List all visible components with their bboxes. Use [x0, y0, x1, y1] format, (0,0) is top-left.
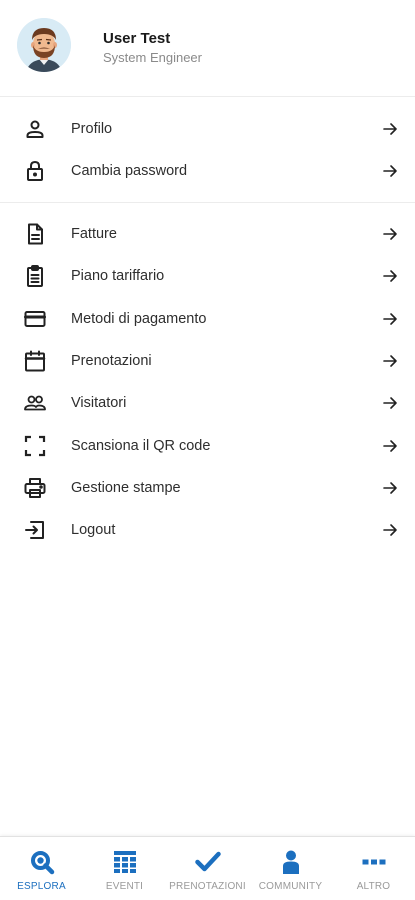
menu-item-prenotazioni[interactable]: Prenotazioni: [0, 340, 415, 382]
menu-item-label: Metodi di pagamento: [71, 310, 207, 327]
nav-label: EVENTI: [105, 881, 144, 892]
people-icon: [23, 391, 47, 415]
person-icon: [278, 849, 304, 875]
user-role: System Engineer: [103, 50, 202, 65]
user-name: User Test: [103, 30, 171, 47]
services-menu: Fatture Piano tariffario Metodi di pagam…: [0, 213, 415, 551]
menu-item-metodi-di-pagamento[interactable]: Metodi di pagamento: [0, 298, 415, 340]
avatar-illustration: [17, 18, 71, 72]
menu-item-label: Piano tariffario: [71, 268, 165, 285]
menu-item-label: Scansiona il QR code: [71, 437, 211, 454]
menu-item-visitatori[interactable]: Visitatori: [0, 382, 415, 424]
nav-label: ALTRO: [356, 881, 391, 892]
nav-label: ESPLORA: [17, 881, 66, 892]
check-icon: [194, 849, 221, 875]
arrow-right-icon: [382, 121, 398, 137]
nav-tab-altro[interactable]: ALTRO: [332, 837, 415, 900]
credit-card-icon: [23, 307, 47, 331]
user-header: User Test System Engineer: [0, 0, 415, 97]
nav-tab-esplora[interactable]: ESPLORA: [0, 837, 83, 900]
menu-item-label: Prenotazioni: [71, 353, 152, 370]
nav-tab-eventi[interactable]: EVENTI: [83, 837, 166, 900]
arrow-right-icon: [382, 353, 398, 369]
printer-icon: [23, 476, 47, 500]
nav-tab-community[interactable]: COMMUNITY: [249, 837, 332, 900]
qr-scan-icon: [23, 434, 47, 458]
menu-item-piano-tariffario[interactable]: Piano tariffario: [0, 255, 415, 297]
menu-item-label: Visitatori: [71, 395, 127, 412]
menu-item-logout[interactable]: Logout: [0, 509, 415, 551]
person-icon: [23, 117, 47, 141]
account-menu: Profilo Cambia password: [0, 108, 415, 193]
avatar[interactable]: [17, 18, 71, 72]
menu-item-label: Fatture: [71, 226, 117, 243]
arrow-right-icon: [382, 311, 398, 327]
menu-item-scansiona-qr[interactable]: Scansiona il QR code: [0, 424, 415, 466]
document-icon: [23, 222, 47, 246]
arrow-right-icon: [382, 395, 398, 411]
menu-item-fatture[interactable]: Fatture: [0, 213, 415, 255]
menu-item-profilo[interactable]: Profilo: [0, 108, 415, 150]
arrow-right-icon: [382, 438, 398, 454]
menu-item-label: Logout: [71, 522, 116, 539]
nav-label: COMMUNITY: [258, 881, 323, 892]
grid-icon: [112, 849, 138, 875]
menu-divider: [0, 202, 415, 203]
arrow-right-icon: [382, 522, 398, 538]
bottom-navigation: ESPLORA EVENTI PRENOTAZIONI COMMUNITY AL…: [0, 836, 415, 900]
lock-icon: [23, 159, 47, 183]
calendar-icon: [23, 349, 47, 373]
arrow-right-icon: [382, 163, 398, 179]
logout-icon: [23, 518, 47, 542]
menu-item-cambia-password[interactable]: Cambia password: [0, 150, 415, 192]
nav-tab-prenotazioni[interactable]: PRENOTAZIONI: [166, 837, 249, 900]
explore-icon: [29, 849, 55, 875]
more-icon: [361, 849, 387, 875]
menu-item-label: Profilo: [71, 121, 113, 138]
arrow-right-icon: [382, 226, 398, 242]
arrow-right-icon: [382, 268, 398, 284]
clipboard-icon: [23, 264, 47, 288]
menu-item-label: Gestione stampe: [71, 479, 181, 496]
menu-item-label: Cambia password: [71, 163, 188, 180]
arrow-right-icon: [382, 480, 398, 496]
profile-screen: User Test System Engineer Profilo Cambia…: [0, 0, 415, 900]
nav-label: PRENOTAZIONI: [169, 881, 246, 892]
menu-item-gestione-stampe[interactable]: Gestione stampe: [0, 467, 415, 509]
